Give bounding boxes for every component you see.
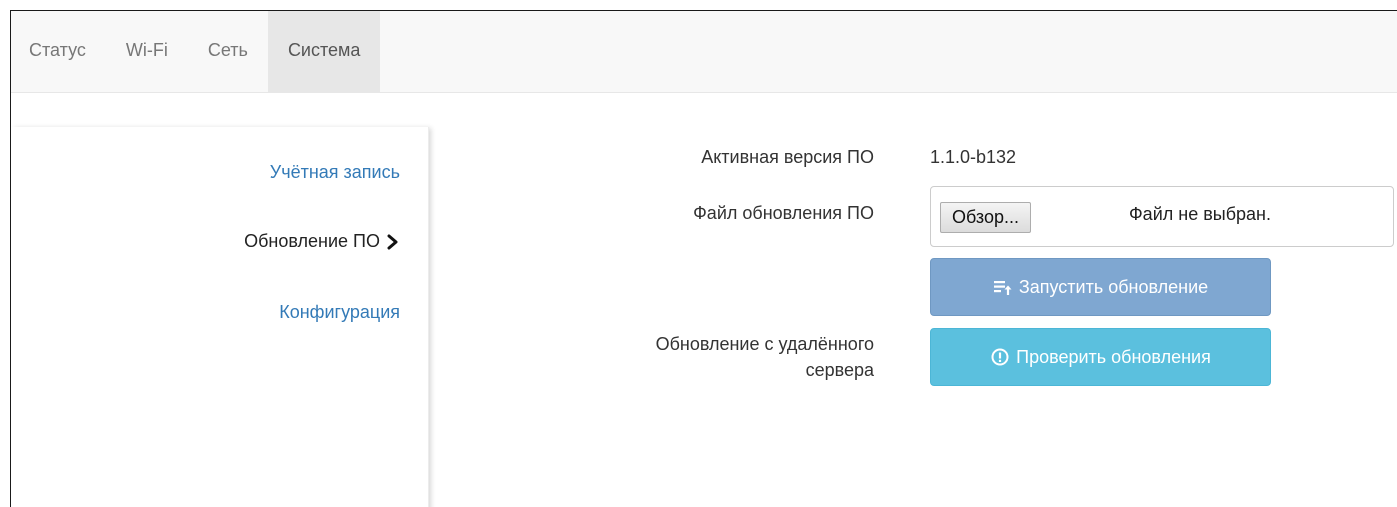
sidebar-item-configuration[interactable]: Конфигурация [279, 302, 400, 323]
tab-wifi[interactable]: Wi-Fi [106, 11, 188, 92]
top-navigation: Статус Wi-Fi Сеть Система [11, 11, 1397, 93]
check-updates-label: Проверить обновления [1016, 346, 1211, 367]
remote-update-label-line2: сервера [805, 360, 874, 380]
chevron-right-icon [386, 234, 400, 250]
sidebar-item-label: Конфигурация [279, 302, 400, 322]
tab-network[interactable]: Сеть [188, 11, 268, 92]
update-file-label: Файл обновления ПО [693, 203, 874, 223]
sidebar-item-label: Учётная запись [269, 162, 400, 182]
active-version-value: 1.1.0-b132 [930, 147, 1017, 167]
tab-system[interactable]: Система [267, 11, 381, 92]
check-updates-button[interactable]: Проверить обновления [930, 328, 1271, 386]
sidebar-item-label: Обновление ПО [244, 231, 380, 251]
start-update-button[interactable]: Запустить обновление [930, 258, 1271, 316]
info-circle-icon [990, 347, 1010, 367]
sidebar-item-account[interactable]: Учётная запись [270, 162, 400, 183]
file-status-text: Файл не выбран. [1129, 204, 1271, 224]
start-update-label: Запустить обновление [1018, 276, 1209, 297]
remote-update-label-line1: Обновление с удалённого [655, 334, 874, 354]
update-file-input[interactable]: Обзор... Файл не выбран. [930, 186, 1394, 247]
remote-update-label: Обновление с удалённого сервера [656, 331, 874, 383]
tab-status[interactable]: Статус [11, 11, 106, 92]
browse-button[interactable]: Обзор... [940, 202, 1031, 233]
app-frame: Статус Wi-Fi Сеть Система Учётная запись… [10, 10, 1397, 507]
active-version-label: Активная версия ПО [701, 147, 874, 167]
upload-list-icon [993, 277, 1013, 297]
sidebar: Учётная запись Обновление ПО Конфигураци… [11, 127, 429, 507]
sidebar-item-firmware-update[interactable]: Обновление ПО [244, 231, 400, 252]
